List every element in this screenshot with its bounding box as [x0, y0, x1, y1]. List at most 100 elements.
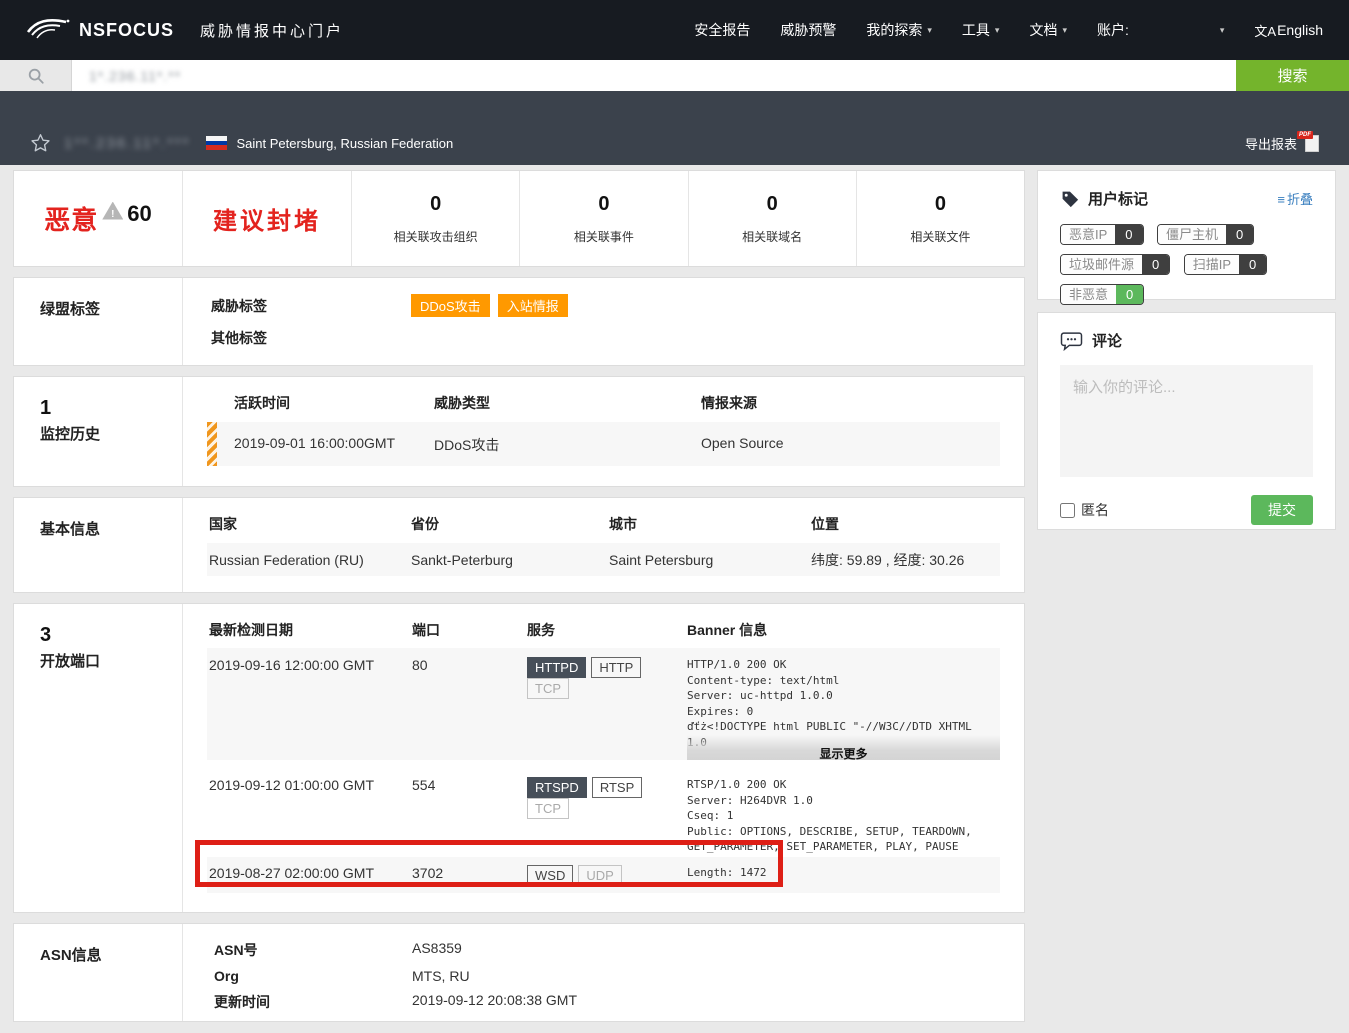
port-number: 554 — [412, 777, 527, 853]
language-icon: 文A — [1254, 21, 1276, 40]
asn-updated-row: 更新时间 2019-09-12 20:08:38 GMT — [207, 992, 1000, 1012]
geo-location-label: Saint Petersburg, Russian Federation — [236, 136, 453, 151]
nav-tools[interactable]: 工具 — [962, 20, 1000, 40]
other-tags-row: 其他标签 — [207, 328, 1000, 348]
section-label: 基本信息 — [14, 498, 183, 592]
anonymous-label: 匿名 — [1081, 500, 1109, 520]
main-menu: 安全报告 威胁预警 我的探索 工具 文档 账户: 文AEnglish — [664, 20, 1323, 40]
target-ip-redacted: 1**.236.11*.*** — [64, 135, 190, 152]
stat-label: 相关联攻击组织 — [394, 228, 478, 245]
tag-icon — [1060, 189, 1079, 208]
service-tag: RTSPD — [527, 777, 587, 798]
service-tag: HTTPD — [527, 657, 586, 678]
nav-docs[interactable]: 文档 — [1029, 20, 1067, 40]
badge-botnet-host[interactable]: 僵尸主机0 — [1157, 224, 1254, 245]
section-title: 基本信息 — [40, 518, 182, 539]
language-label: English — [1277, 22, 1323, 38]
active-stripe-bar — [207, 422, 217, 466]
ports-table-header: 最新检测日期 端口 服务 Banner 信息 — [207, 620, 1000, 640]
service-tags: RTSPDRTSP TCP — [527, 777, 687, 853]
detect-date: 2019-08-27 02:00:00 GMT — [209, 865, 412, 893]
lat-lng: 纬度: 59.89 , 经度: 30.26 — [811, 550, 1000, 570]
threat-tags-row: 威胁标签 DDoS攻击 入站情报 — [207, 294, 1000, 317]
open-ports-card: 3 开放端口 最新检测日期 端口 服务 Banner 信息 2019-09-16… — [13, 603, 1025, 913]
other-tags-label: 其他标签 — [211, 328, 411, 348]
active-time: 2019-09-01 16:00:00GMT — [234, 435, 434, 466]
asn-org-row: Org MTS, RU — [207, 968, 1000, 984]
protocol-tag: TCP — [527, 798, 569, 819]
search-bar: 1*.236.11*.** 搜索 — [0, 60, 1349, 91]
asn-info-card: ASN信息 ASN号 AS8359 Org MTS, RU 更新时间 2019-… — [13, 923, 1025, 1022]
account-name-redacted — [1129, 23, 1215, 37]
port-number: 80 — [412, 657, 527, 760]
language-toggle[interactable]: 文AEnglish — [1254, 21, 1323, 40]
asn-updated: 2019-09-12 20:08:38 GMT — [412, 992, 577, 1012]
pdf-icon: PDF — [1305, 135, 1319, 152]
brand-area: NSFOCUS 威胁情报中心门户 — [26, 15, 344, 46]
protocol-tag: UDP — [578, 865, 621, 886]
nav-security-reports[interactable]: 安全报告 — [694, 20, 750, 40]
section-title: 开放端口 — [40, 650, 182, 671]
monitor-table-header: 活跃时间 威胁类型 情报来源 — [207, 393, 1000, 413]
service-tag: RTSP — [592, 777, 642, 798]
badge-non-malicious[interactable]: 非恶意0 — [1060, 284, 1144, 305]
comments-card: 评论 匿名 提交 — [1037, 312, 1336, 530]
account-dropdown[interactable]: 账户: — [1097, 20, 1224, 40]
asn-number-row: ASN号 AS8359 — [207, 940, 1000, 960]
stat-label: 相关联文件 — [910, 228, 970, 245]
export-report-label: 导出报表 — [1245, 134, 1297, 153]
ip-header: 1**.236.11*.*** Saint Petersburg, Russia… — [0, 91, 1349, 165]
asn-number: AS8359 — [412, 940, 462, 960]
threat-score: 60 — [127, 201, 151, 227]
stat-value: 0 — [430, 193, 441, 216]
section-label: 1 监控历史 — [14, 377, 183, 486]
section-label: 绿盟标签 — [14, 278, 183, 365]
show-more-button[interactable]: 显示更多 — [687, 735, 1000, 760]
nav-threat-alerts[interactable]: 威胁预警 — [780, 20, 836, 40]
warning-triangle-icon — [102, 202, 123, 220]
service-tag: HTTP — [591, 657, 641, 678]
tag-ddos-attack[interactable]: DDoS攻击 — [411, 294, 490, 317]
stat-value: 0 — [767, 193, 778, 216]
nsfocus-logo-icon — [26, 15, 72, 46]
account-label: 账户: — [1097, 20, 1129, 40]
badge-malicious-ip[interactable]: 恶意IP0 — [1060, 224, 1144, 245]
score-summary-card: 恶意 60 建议封堵 0 相关联攻击组织 0 相关联事件 0 相关联域名 — [13, 170, 1025, 267]
search-button[interactable]: 搜索 — [1236, 60, 1349, 91]
badge-spam-source[interactable]: 垃圾邮件源0 — [1060, 254, 1170, 275]
section-label: ASN信息 — [14, 924, 183, 1021]
nsfocus-tags-card: 绿盟标签 威胁标签 DDoS攻击 入站情报 其他标签 — [13, 277, 1025, 366]
stat-label: 相关联事件 — [574, 228, 634, 245]
port-row-3702: 2019-08-27 02:00:00 GMT 3702 WSDUDP Leng… — [207, 857, 1000, 893]
basic-table-row: Russian Federation (RU) Sankt-Peterburg … — [207, 543, 1000, 576]
advice-label: 建议封堵 — [213, 201, 321, 236]
comment-input[interactable] — [1060, 365, 1313, 477]
service-tag: WSD — [527, 865, 573, 886]
detect-date: 2019-09-12 01:00:00 GMT — [209, 777, 412, 853]
nav-my-explore[interactable]: 我的探索 — [866, 20, 932, 40]
verdict-label: 恶意 — [44, 200, 98, 237]
protocol-tag: TCP — [527, 678, 569, 699]
stat-label: 相关联域名 — [742, 228, 802, 245]
tag-inbound-intel[interactable]: 入站情报 — [498, 294, 568, 317]
section-title: 监控历史 — [40, 423, 182, 444]
badge-scanner-ip[interactable]: 扫描IP0 — [1184, 254, 1268, 275]
comment-bubble-icon — [1060, 331, 1083, 351]
port-row-80: 2019-09-16 12:00:00 GMT 80 HTTPDHTTPTCP … — [207, 648, 1000, 760]
port-number: 3702 — [412, 865, 527, 893]
search-query-redacted: 1*.236.11*.** — [89, 68, 181, 84]
banner-info: RTSP/1.0 200 OK Server: H264DVR 1.0 Cseq… — [687, 777, 1000, 853]
user-tags-title: 用户标记 — [1088, 188, 1148, 209]
russia-flag-icon — [206, 136, 227, 150]
search-input[interactable]: 1*.236.11*.** — [72, 60, 1236, 91]
page-root: NSFOCUS 威胁情报中心门户 安全报告 威胁预警 我的探索 工具 文档 账户… — [0, 0, 1349, 1033]
province: Sankt-Peterburg — [411, 552, 609, 568]
basic-info-card: 基本信息 国家 省份 城市 位置 Russian Federation (RU)… — [13, 497, 1025, 593]
anonymous-checkbox[interactable] — [1060, 503, 1075, 518]
collapse-link[interactable]: 折叠 — [1277, 189, 1313, 208]
banner-info: HTTP/1.0 200 OK Content-type: text/html … — [687, 657, 1000, 760]
submit-comment-button[interactable]: 提交 — [1251, 495, 1313, 525]
export-report-link[interactable]: 导出报表 PDF — [1245, 134, 1319, 153]
favorite-star-icon[interactable] — [30, 133, 51, 153]
sidebar-column: 用户标记 折叠 恶意IP0 僵尸主机0 垃圾邮件源0 扫描IP0 非恶意0 — [1037, 170, 1336, 1032]
